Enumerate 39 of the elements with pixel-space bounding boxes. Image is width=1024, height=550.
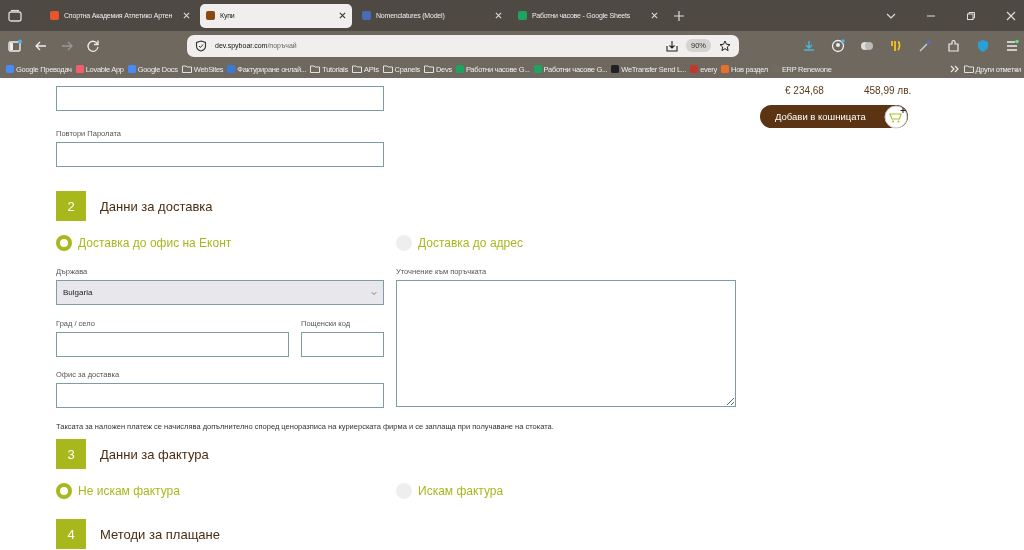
close-icon[interactable] (339, 12, 346, 19)
city-field[interactable] (56, 332, 289, 357)
folder-icon (181, 64, 192, 74)
folder-icon (424, 64, 434, 74)
more-bookmarks-icon[interactable] (949, 64, 960, 74)
download-icon[interactable] (666, 39, 678, 52)
account-icon[interactable] (831, 38, 845, 53)
postcode-field[interactable] (301, 332, 384, 357)
section-title: Данни за фактура (100, 446, 209, 462)
cart-add-icon (884, 104, 908, 129)
price-eur: € 234,68 (785, 85, 824, 96)
eyedropper-icon[interactable] (918, 38, 932, 53)
reload-icon[interactable] (86, 38, 100, 53)
order-note-field[interactable] (396, 280, 736, 407)
price-bgn: 458,99 лв. (863, 85, 912, 96)
chevron-down-icon (371, 289, 377, 296)
step-number: 4 (56, 519, 86, 549)
folder-icon (382, 64, 393, 74)
restore-icon[interactable] (966, 10, 976, 21)
country-select[interactable]: Bulgaria (56, 280, 384, 305)
shield-icon[interactable] (195, 39, 207, 52)
new-tab-icon[interactable] (674, 10, 684, 21)
star-icon[interactable] (719, 39, 731, 52)
add-to-cart-button[interactable]: Добави в кошницата (760, 105, 908, 128)
sidebar-icon[interactable] (8, 38, 22, 53)
extension-icon[interactable] (889, 38, 903, 53)
office-field[interactable] (56, 383, 384, 408)
repeat-password-field[interactable] (56, 142, 384, 167)
folder-icon (351, 64, 362, 74)
puzzle-icon[interactable] (947, 38, 961, 53)
step-number: 3 (56, 439, 86, 469)
menu-icon[interactable] (1005, 38, 1019, 53)
section-title: Методи за плащане (100, 526, 220, 542)
step-number: 2 (56, 191, 86, 221)
folder-icon (963, 64, 974, 74)
section-title: Данни за доставка (100, 198, 213, 214)
password-field[interactable] (56, 86, 384, 111)
folder-icon (310, 64, 321, 74)
tab-overview-icon[interactable] (8, 8, 22, 23)
